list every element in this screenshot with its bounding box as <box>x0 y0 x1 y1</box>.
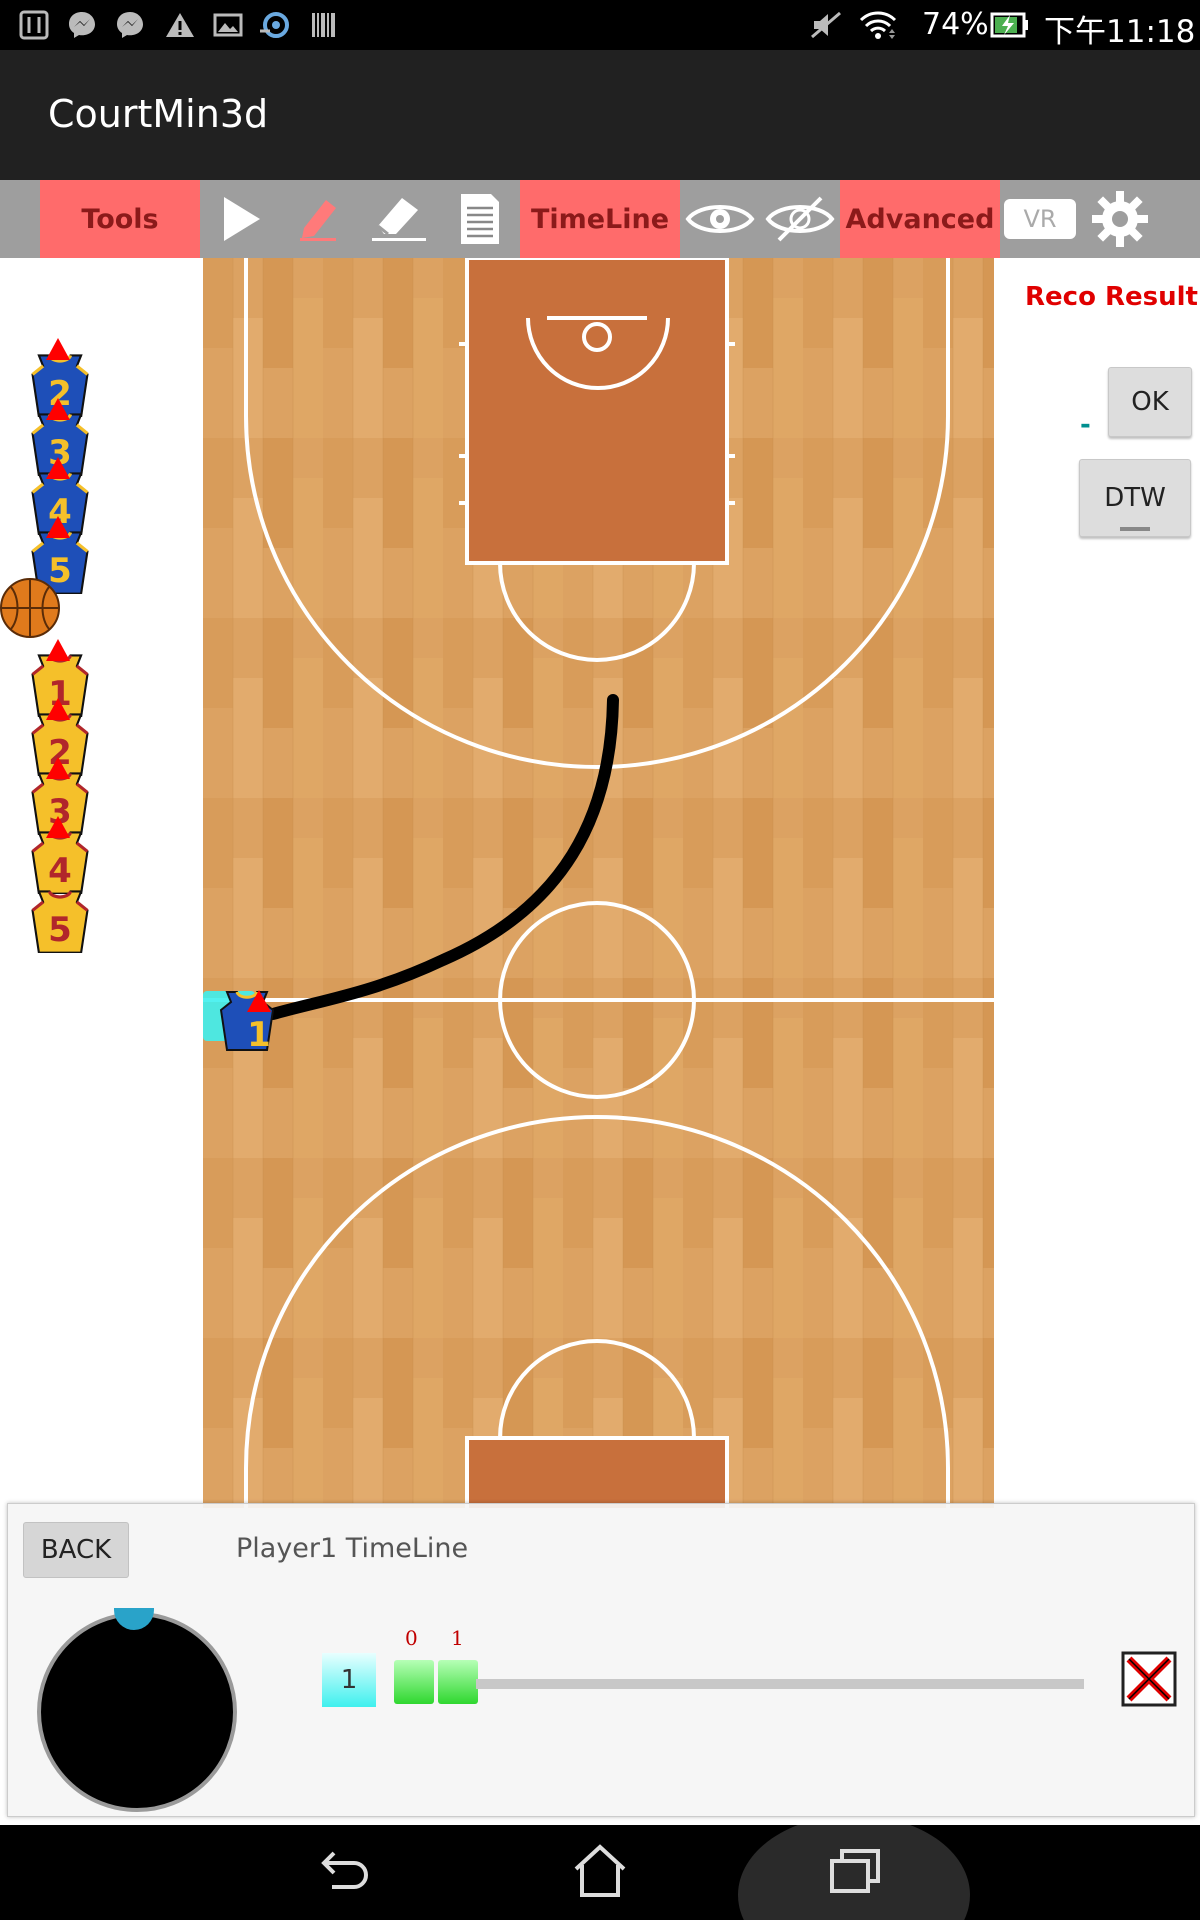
ok-button-label: OK <box>1131 387 1169 417</box>
reco-result-label: Reco Result <box>1025 282 1198 312</box>
tools-tab-label: Tools <box>81 203 159 235</box>
bench-panel: 2 3 4 5 1 2 3 4 5 <box>0 258 203 1508</box>
close-icon[interactable] <box>1121 1651 1177 1707</box>
yellow-team: 1 2 3 4 5 <box>30 639 90 953</box>
toolbar: Tools TimeLine Advanced VR <box>0 180 1200 258</box>
timeline-title: Player1 TimeLine <box>236 1533 469 1564</box>
gallery-icon <box>213 13 243 37</box>
pen-icon <box>300 200 336 241</box>
back-button[interactable]: BACK <box>23 1522 129 1578</box>
vr-badge: VR <box>1004 199 1076 239</box>
dtw-button-label: DTW <box>1104 483 1166 513</box>
reco-value: - <box>1080 410 1091 440</box>
vr-label: VR <box>1023 205 1057 233</box>
eye-off-icon <box>765 196 835 242</box>
settings-icon <box>19 10 49 40</box>
basketball-icon[interactable] <box>0 578 60 638</box>
timeline-player-chip-label: 1 <box>340 1665 358 1695</box>
status-bar: 74% 下午11:18 <box>0 0 1200 50</box>
clock: 下午11:18 <box>1044 14 1196 50</box>
messenger-icon <box>69 12 95 38</box>
basketball-court[interactable]: 1 1 <box>203 258 994 1508</box>
battery-charging-icon <box>990 12 1028 38</box>
back-nav-icon[interactable] <box>318 1847 370 1897</box>
hide-button[interactable] <box>760 180 840 258</box>
court-player-number: 1 <box>247 1015 271 1055</box>
pen-button[interactable] <box>280 180 358 258</box>
timeline-player-chip[interactable]: 1 <box>322 1653 376 1707</box>
advanced-tab-label: Advanced <box>845 203 995 235</box>
home-nav-icon[interactable] <box>572 1843 628 1899</box>
blue-team: 2 3 4 5 <box>30 338 90 594</box>
navigation-bar <box>0 1825 1200 1920</box>
wifi-icon <box>859 11 897 39</box>
back-button-label: BACK <box>40 1535 112 1565</box>
bench-number: 4 <box>48 851 72 891</box>
keyframe-label: 1 <box>451 1626 464 1650</box>
messenger-icon <box>117 12 143 38</box>
keyframe-block[interactable] <box>394 1660 434 1704</box>
keyframe-block[interactable] <box>438 1660 478 1704</box>
document-button[interactable] <box>440 180 520 258</box>
keyframe-label: 0 <box>405 1626 418 1650</box>
app-title: CourtMin3d <box>48 92 269 136</box>
vr-button[interactable]: VR <box>1000 180 1080 258</box>
eye-icon <box>685 205 755 233</box>
bench-number: 5 <box>48 910 72 950</box>
court-svg: 1 1 <box>203 258 994 1508</box>
advanced-tab[interactable]: Advanced <box>840 180 1000 258</box>
action-bar: CourtMin3d <box>0 50 1200 180</box>
gear-icon <box>1092 191 1148 247</box>
eraser-button[interactable] <box>358 180 440 258</box>
play-icon <box>224 197 260 241</box>
timeline-track[interactable] <box>476 1679 1084 1689</box>
bench-player-yellow-5[interactable]: 5 <box>30 889 90 953</box>
bench-number: 5 <box>48 551 72 591</box>
dtw-button[interactable]: DTW <box>1079 459 1191 537</box>
warning-icon <box>166 13 194 37</box>
mute-icon <box>811 11 841 39</box>
bench-svg: 2 3 4 5 1 2 3 4 5 <box>0 338 90 953</box>
recents-nav-icon[interactable] <box>828 1845 884 1899</box>
eraser-icon <box>372 198 426 241</box>
ok-button[interactable]: OK <box>1108 367 1192 437</box>
timeline-tab-label: TimeLine <box>530 203 670 235</box>
barcode-icon <box>312 13 335 37</box>
battery-percent: 74% <box>922 7 989 42</box>
document-icon <box>461 194 499 244</box>
dtw-indicator <box>1120 527 1150 531</box>
weather-icon <box>260 12 289 38</box>
show-button[interactable] <box>680 180 760 258</box>
tools-tab[interactable]: Tools <box>40 180 200 258</box>
timeline-tab[interactable]: TimeLine <box>520 180 680 258</box>
settings-button[interactable] <box>1080 180 1160 258</box>
joystick[interactable] <box>37 1612 237 1812</box>
play-button[interactable] <box>200 180 280 258</box>
